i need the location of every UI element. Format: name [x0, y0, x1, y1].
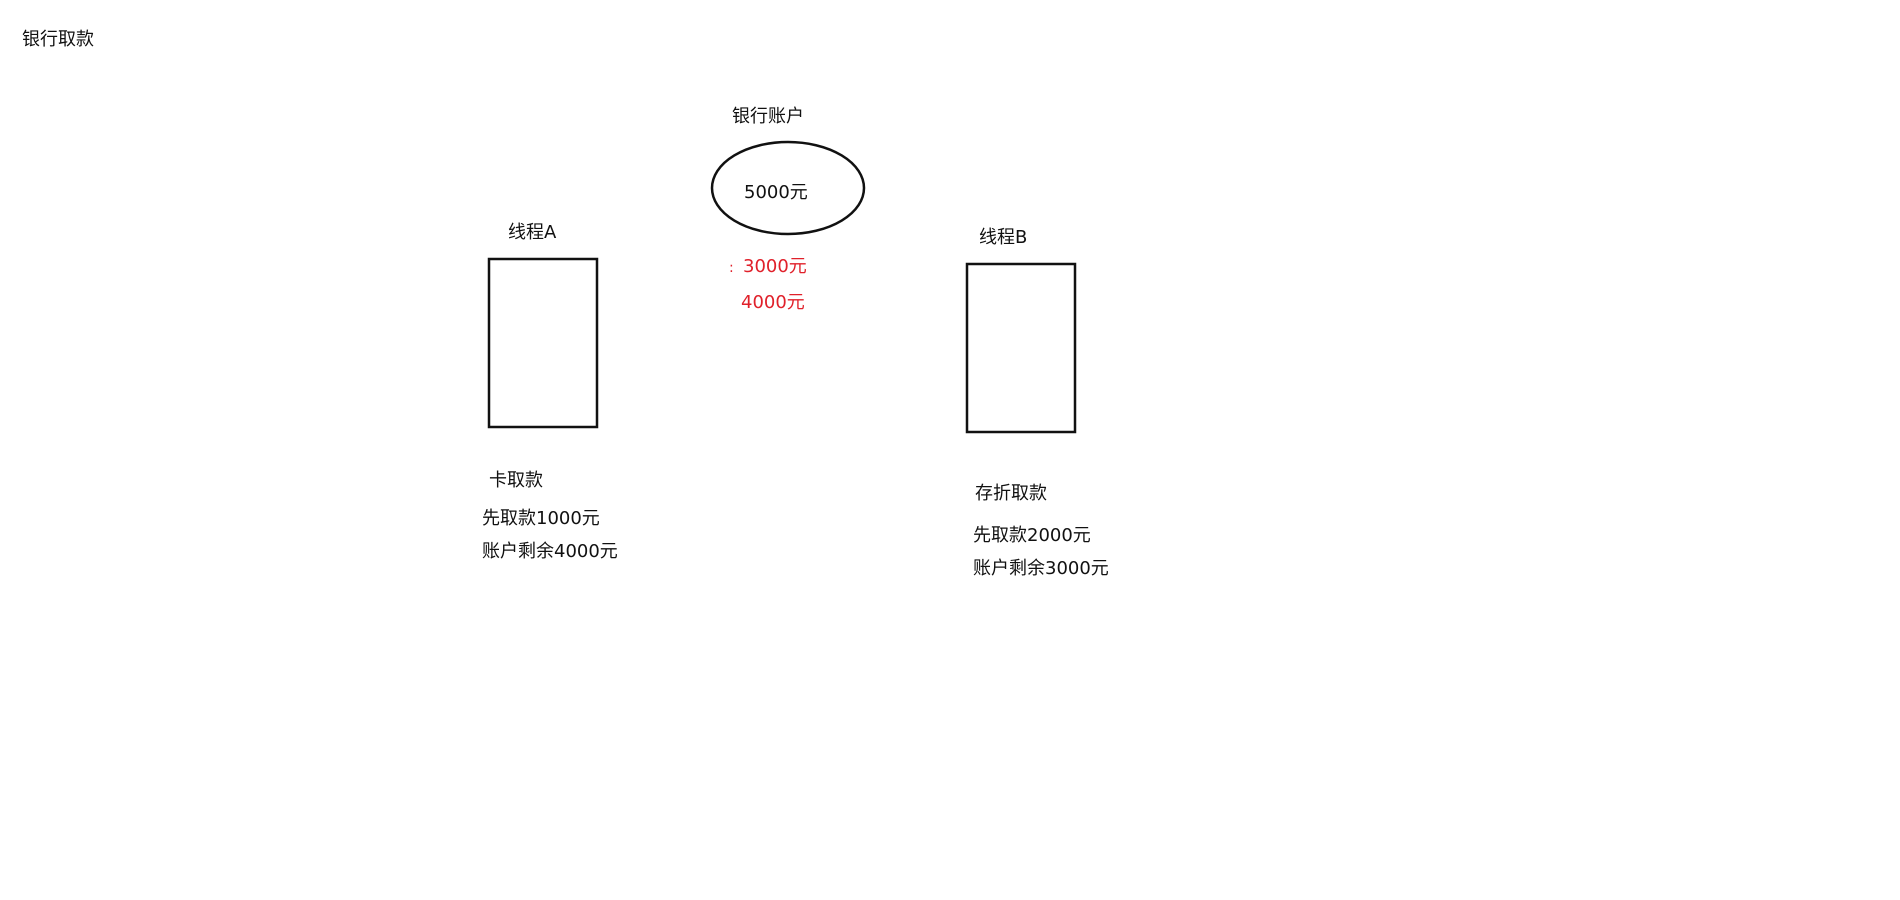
thread-a-remaining: 账户剩余4000元 — [482, 541, 618, 562]
thread-a-label: 线程A — [508, 222, 557, 243]
thread-a-withdraw: 先取款1000元 — [482, 508, 600, 529]
bank-account-amount: 5000元 — [744, 182, 808, 203]
balance-result-2: 4000元 — [741, 292, 805, 313]
thread-b-box — [965, 262, 1077, 434]
page-title: 银行取款 — [22, 29, 94, 50]
thread-a-box — [487, 257, 599, 429]
diagram-canvas — [487, 140, 1077, 434]
balance-result-1: 3000元 — [743, 256, 807, 277]
result-marker: : — [729, 260, 734, 276]
thread-b-method: 存折取款 — [975, 483, 1047, 504]
thread-a-method: 卡取款 — [489, 470, 543, 491]
thread-b-label: 线程B — [979, 227, 1028, 248]
thread-b-remaining: 账户剩余3000元 — [973, 558, 1109, 579]
thread-b-withdraw: 先取款2000元 — [973, 525, 1091, 546]
bank-account-label: 银行账户 — [732, 106, 804, 127]
